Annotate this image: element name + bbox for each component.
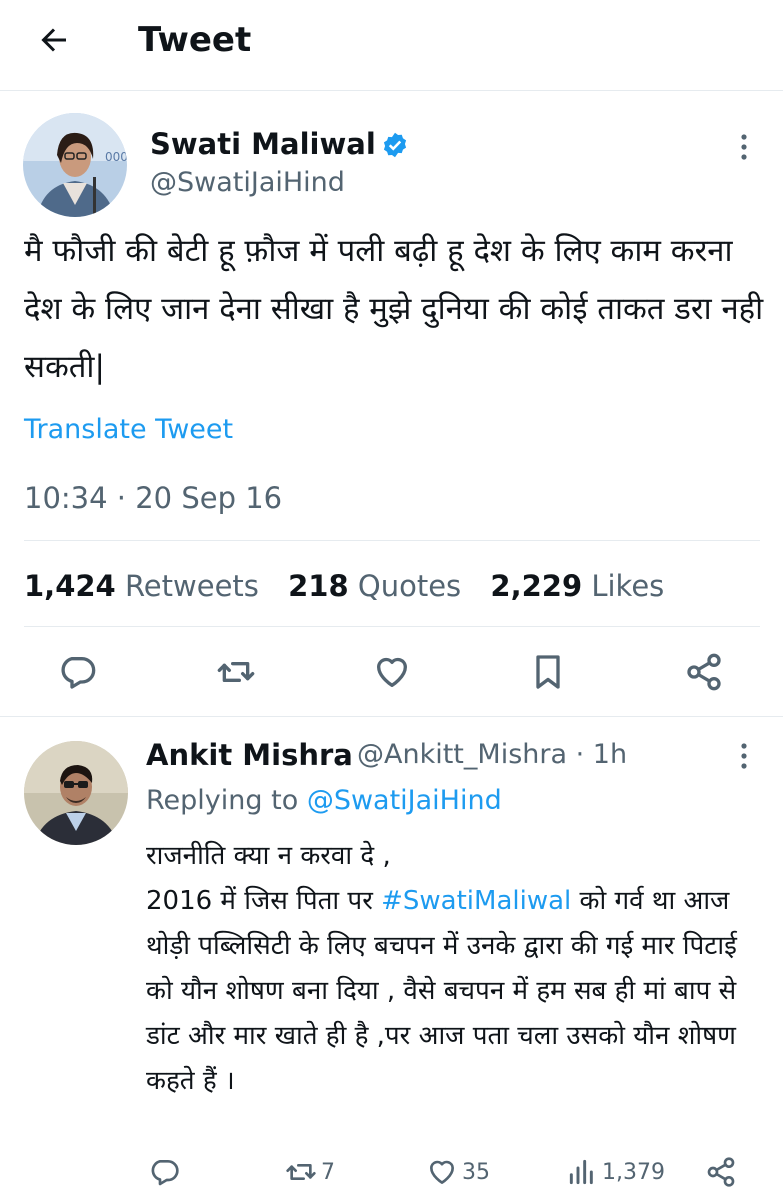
reply-share-button[interactable] — [705, 1156, 737, 1188]
reply-more-options-icon[interactable] — [738, 741, 750, 771]
retweet-icon[interactable] — [216, 652, 256, 692]
back-arrow-icon[interactable] — [36, 22, 72, 58]
retweets-stat[interactable]: 1,424 Retweets — [24, 569, 259, 603]
reply-like-count: 35 — [462, 1159, 490, 1185]
header-divider — [0, 90, 783, 91]
author-avatar[interactable]: 000 — [23, 113, 127, 217]
likes-label: Likes — [591, 569, 665, 603]
tweet-timestamp[interactable]: 10:34 · 20 Sep 16 — [24, 476, 282, 520]
reply-retweet-button[interactable]: 7 — [285, 1156, 335, 1188]
reply-text-part2: को गर्व था आज थोड़ी पब्लिसिटी के लिए बचप… — [146, 886, 737, 1096]
reply-retweet-count: 7 — [321, 1159, 335, 1185]
tweet-text: मै फौजी की बेटी हू फ़ौज में पली बढ़ी हू … — [24, 233, 764, 385]
reply-text: राजनीति क्या न करवा दे , 2016 में जिस पि… — [146, 834, 766, 1104]
reply-reply-button[interactable] — [148, 1156, 180, 1188]
stats-top-divider — [24, 540, 760, 541]
reply-icon[interactable] — [57, 652, 97, 692]
reply-author-avatar[interactable] — [24, 741, 128, 845]
stats-bottom-divider — [24, 626, 760, 627]
author-handle[interactable]: @SwatiJaiHind — [150, 165, 345, 201]
quotes-count: 218 — [288, 569, 349, 603]
reply-views-count: 1,379 — [602, 1159, 665, 1185]
reply-text-part1: राजनीति क्या न करवा दे , 2016 में जिस पि… — [146, 841, 391, 916]
hashtag-link[interactable]: #SwatiMaliwal — [381, 886, 571, 916]
more-options-icon[interactable] — [738, 132, 750, 162]
views-icon — [569, 1159, 593, 1185]
translate-tweet-link[interactable]: Translate Tweet — [24, 410, 233, 450]
retweets-count: 1,424 — [24, 569, 116, 603]
reply-icon — [151, 1160, 179, 1186]
author-name[interactable]: Swati Maliwal — [150, 126, 376, 162]
replying-prefix: Replying to — [146, 785, 299, 816]
like-icon — [430, 1160, 454, 1184]
share-icon[interactable] — [684, 652, 724, 692]
reply-author-name[interactable]: Ankit Mishra — [146, 737, 353, 773]
verified-badge-icon — [383, 132, 407, 158]
likes-stat[interactable]: 2,229 Likes — [490, 569, 664, 603]
retweet-icon — [286, 1164, 316, 1180]
likes-count: 2,229 — [490, 569, 583, 603]
retweets-label: Retweets — [124, 569, 259, 603]
reply-like-button[interactable]: 35 — [426, 1156, 490, 1188]
reply-views-button[interactable]: 1,379 — [566, 1156, 665, 1188]
quotes-stat[interactable]: 218 Quotes — [288, 569, 461, 603]
top-bar: Tweet — [0, 0, 783, 88]
page-title: Tweet — [138, 20, 252, 60]
tweet-stats: 1,424 Retweets 218 Quotes 2,229 Likes — [24, 564, 684, 608]
reply-handle-time[interactable]: @Ankitt_Mishra · 1h — [357, 737, 627, 773]
replying-handle-link[interactable]: @SwatiJaiHind — [307, 785, 502, 816]
reply-divider — [0, 716, 783, 717]
replying-to: Replying to @SwatiJaiHind — [146, 782, 502, 820]
like-icon[interactable] — [372, 652, 412, 692]
bookmark-icon[interactable] — [528, 652, 568, 692]
svg-text:000: 000 — [105, 150, 127, 164]
quotes-label: Quotes — [357, 569, 462, 603]
share-icon — [707, 1157, 735, 1187]
